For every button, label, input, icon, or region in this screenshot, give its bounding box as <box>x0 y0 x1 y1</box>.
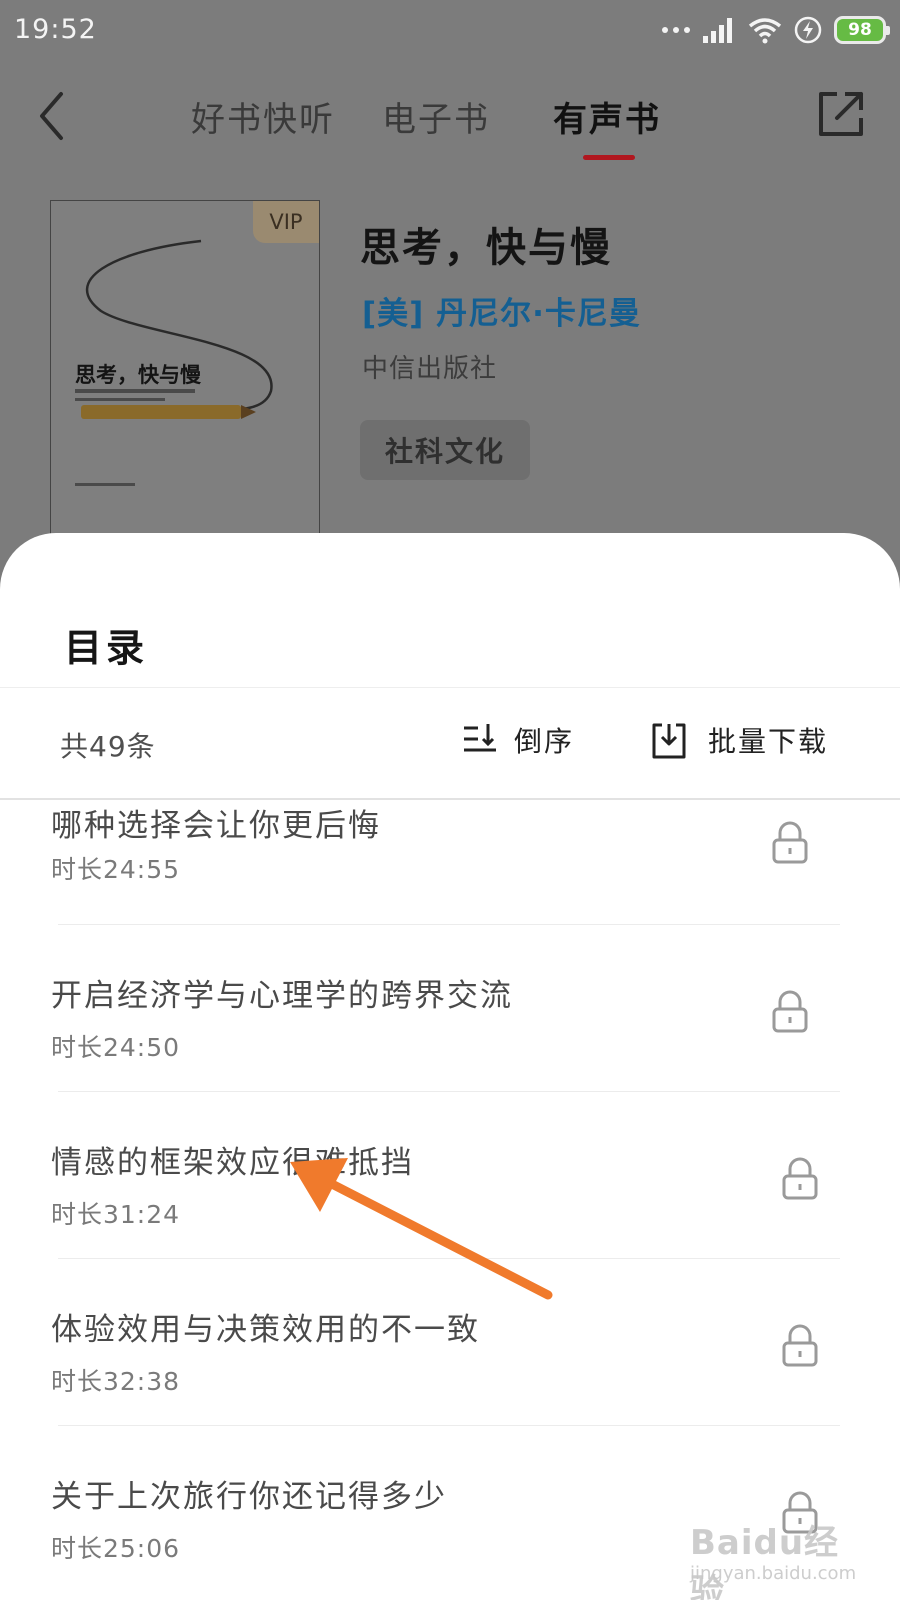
chapter-title: 体验效用与决策效用的不一致 <box>51 1312 480 1348</box>
top-nav: 好书快听 电子书 有声书 <box>0 70 900 170</box>
catalog-toolbar: 共49条 倒序 批量下载 <box>0 688 900 798</box>
background-page: 19:52 98 好书快听 电子书 有声书 VIP 思考，快与慢 思考，快与慢 … <box>0 0 900 560</box>
chapter-title: 情感的框架效应很难抵挡 <box>51 1145 414 1181</box>
book-author-link[interactable]: [美] 丹尼尔·卡尼曼 <box>362 288 641 333</box>
chapter-duration: 时长32:38 <box>51 1367 181 1396</box>
chapter-title: 开启经济学与心理学的跨界交流 <box>51 978 513 1014</box>
signal-icon <box>703 18 732 43</box>
sort-icon <box>464 724 496 752</box>
chapter-list: 哪种选择会让你更后悔 时长24:55 开启经济学与心理学的跨界交流 时长24:5… <box>0 800 900 1600</box>
status-bar: 19:52 98 <box>0 0 900 62</box>
tab-ebook[interactable]: 电子书 <box>382 92 490 141</box>
chapter-count: 共49条 <box>60 730 156 763</box>
more-dots-icon <box>662 27 690 33</box>
chevron-left-icon <box>40 92 63 140</box>
catalog-sheet: 目录 共49条 倒序 批量下载 哪种选择会让你更后悔 时长24:55 开启经济学… <box>0 533 900 1600</box>
tab-good-books-quick-listen[interactable]: 好书快听 <box>191 92 335 141</box>
book-cover[interactable]: VIP 思考，快与慢 <box>50 200 320 560</box>
cover-text-line <box>75 398 165 401</box>
lock-icon[interactable] <box>769 820 811 866</box>
vip-badge: VIP <box>253 201 319 243</box>
chapter-title: 关于上次旅行你还记得多少 <box>51 1479 447 1515</box>
reverse-order-label: 倒序 <box>514 725 575 758</box>
chapter-duration: 时长24:55 <box>51 855 181 884</box>
cover-title: 思考，快与慢 <box>75 362 201 387</box>
tab-audiobook[interactable]: 有声书 <box>553 92 661 141</box>
chapter-duration: 时长24:50 <box>51 1033 181 1062</box>
lock-icon[interactable] <box>779 1323 821 1369</box>
batch-download-button[interactable]: 批量下载 <box>650 718 828 762</box>
battery-icon: 98 <box>834 16 890 44</box>
back-button[interactable] <box>30 88 74 144</box>
chapter-row[interactable]: 开启经济学与心理学的跨界交流 时长24:50 <box>0 925 900 1092</box>
chapter-duration: 时长25:06 <box>51 1534 181 1563</box>
watermark-url: jingyan.baidu.com <box>690 1563 857 1584</box>
reverse-order-button[interactable]: 倒序 <box>462 718 574 762</box>
chapter-row[interactable]: 体验效用与决策效用的不一致 时长32:38 <box>0 1259 900 1426</box>
cover-text-line <box>75 389 195 393</box>
lock-icon[interactable] <box>769 989 811 1035</box>
lock-icon[interactable] <box>779 1156 821 1202</box>
active-tab-indicator <box>583 155 635 160</box>
chapter-row[interactable]: 情感的框架效应很难抵挡 时长31:24 <box>0 1092 900 1259</box>
download-icon <box>652 723 686 759</box>
book-title: 思考，快与慢 <box>360 225 612 271</box>
catalog-title: 目录 <box>64 626 149 670</box>
chapter-row[interactable]: 哪种选择会让你更后悔 时长24:55 <box>0 800 900 925</box>
status-icons: 98 <box>662 14 890 46</box>
watermark: Baidu经验 jingyan.baidu.com <box>690 1515 870 1600</box>
watermark-logo: Baidu经验 <box>690 1523 840 1600</box>
chapter-title: 哪种选择会让你更后悔 <box>51 808 381 844</box>
share-button[interactable] <box>815 88 867 140</box>
status-time: 19:52 <box>14 14 97 45</box>
cover-text-line <box>75 483 135 486</box>
wifi-icon <box>748 18 782 44</box>
category-tag[interactable]: 社科文化 <box>360 420 530 480</box>
charging-icon <box>794 16 822 44</box>
chapter-duration: 时长31:24 <box>51 1200 181 1229</box>
batch-download-label: 批量下载 <box>708 725 829 758</box>
share-icon <box>819 92 863 136</box>
book-publisher: 中信出版社 <box>362 354 498 384</box>
